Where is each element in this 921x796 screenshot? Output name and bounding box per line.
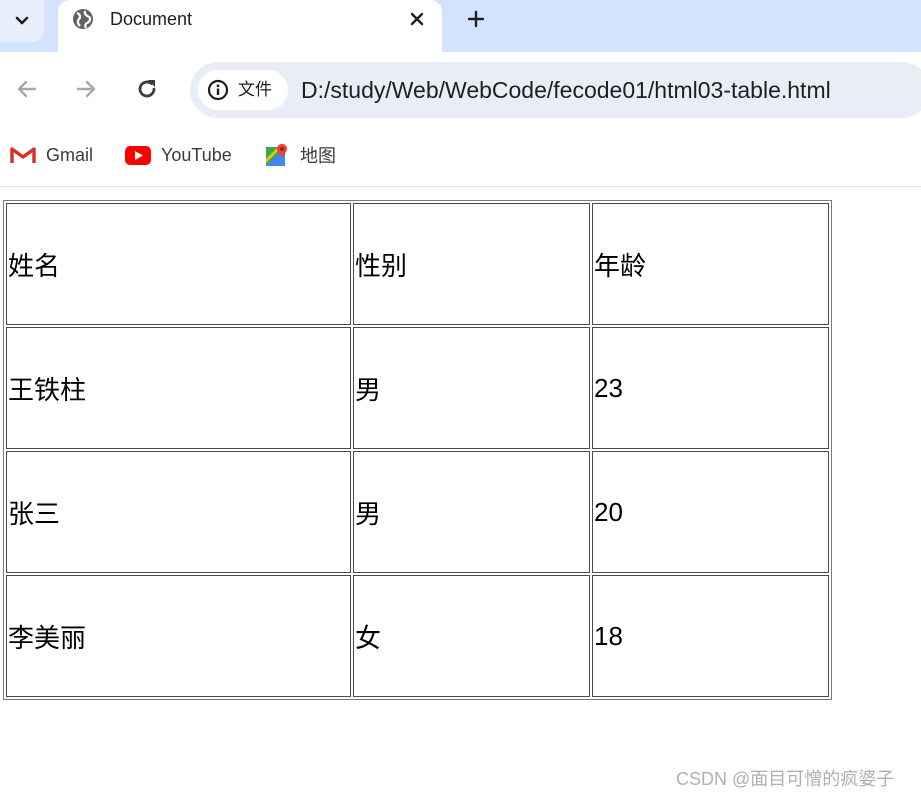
table-cell: 张三 — [6, 451, 351, 573]
globe-icon — [73, 9, 93, 29]
browser-toolbar: 文件 D:/study/Web/WebCode/fecode01/html03-… — [0, 52, 921, 130]
reload-button[interactable] — [133, 75, 161, 103]
arrow-right-icon — [76, 80, 96, 98]
back-button[interactable] — [13, 75, 41, 103]
bookmark-label: YouTube — [161, 144, 232, 165]
bookmarks-bar: Gmail YouTube 地图 — [0, 130, 921, 187]
info-icon — [207, 79, 229, 101]
forward-button[interactable] — [72, 75, 100, 103]
site-info-label: 文件 — [238, 80, 272, 99]
url-text[interactable]: D:/study/Web/WebCode/fecode01/html03-tab… — [301, 76, 831, 104]
youtube-icon — [125, 144, 151, 166]
table-cell: 男 — [353, 451, 590, 573]
table-row: 张三 男 20 — [6, 451, 829, 573]
table-cell: 20 — [592, 451, 829, 573]
address-bar[interactable]: 文件 D:/study/Web/WebCode/fecode01/html03-… — [190, 62, 921, 118]
table-cell: 年龄 — [592, 203, 829, 325]
data-table: 姓名 性别 年龄 王铁柱 男 23 张三 男 20 李美丽 女 18 — [3, 200, 832, 700]
tab-title: Document — [110, 9, 193, 29]
maps-icon — [264, 144, 290, 166]
bookmark-maps[interactable]: 地图 — [264, 142, 336, 168]
table-cell: 男 — [353, 327, 590, 449]
table-cell: 李美丽 — [6, 575, 351, 697]
bookmark-youtube[interactable]: YouTube — [125, 142, 232, 168]
bookmark-gmail[interactable]: Gmail — [10, 142, 93, 168]
table-row: 李美丽 女 18 — [6, 575, 829, 697]
tab-strip: Document — [0, 0, 921, 52]
gmail-icon — [10, 144, 36, 166]
table-cell: 性别 — [353, 203, 590, 325]
new-tab-button[interactable] — [464, 7, 488, 31]
table-header-row: 姓名 性别 年龄 — [6, 203, 829, 325]
page-content: 姓名 性别 年龄 王铁柱 男 23 张三 男 20 李美丽 女 18 — [0, 187, 921, 796]
arrow-left-icon — [17, 80, 37, 98]
site-info-chip[interactable]: 文件 — [198, 70, 288, 110]
table-row: 王铁柱 男 23 — [6, 327, 829, 449]
plus-icon — [467, 10, 485, 28]
reload-icon — [138, 80, 156, 98]
tab-search-button[interactable] — [0, 0, 44, 42]
table-cell: 23 — [592, 327, 829, 449]
table-cell: 王铁柱 — [6, 327, 351, 449]
bookmark-label: 地图 — [300, 146, 336, 166]
table-cell: 姓名 — [6, 203, 351, 325]
bookmark-label: Gmail — [46, 144, 94, 165]
tab-close-button[interactable] — [406, 8, 428, 30]
tab-document[interactable]: Document — [58, 0, 442, 52]
chevron-down-icon — [15, 16, 29, 25]
close-icon — [410, 12, 424, 26]
table-cell: 18 — [592, 575, 829, 697]
table-cell: 女 — [353, 575, 590, 697]
watermark: CSDN @面目可憎的疯婆子 — [676, 769, 895, 789]
